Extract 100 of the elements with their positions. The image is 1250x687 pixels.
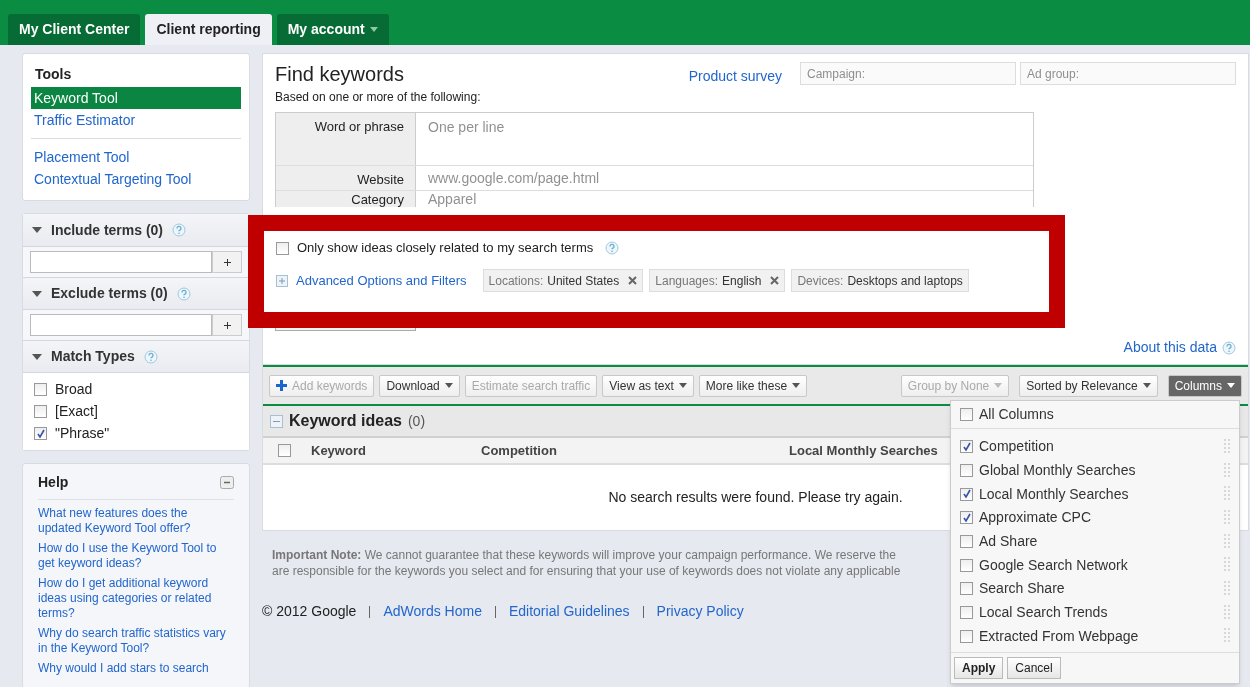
field-label: Word or phrase [276, 113, 416, 165]
drag-handle-icon[interactable] [1224, 604, 1230, 621]
help-icon[interactable] [176, 286, 191, 301]
term-input[interactable] [30, 251, 212, 273]
checkbox[interactable] [278, 444, 291, 457]
checkbox[interactable] [34, 405, 47, 418]
caret-icon [1227, 383, 1235, 388]
section-header[interactable]: Match Types [23, 340, 249, 373]
drag-handle-icon[interactable] [1224, 462, 1230, 479]
panel-title: Help [38, 473, 69, 492]
section-header[interactable]: Exclude terms (0) [23, 277, 249, 310]
add-term-button[interactable] [212, 251, 242, 273]
help-link[interactable]: Why would I add stars to search [38, 661, 234, 676]
apply-button[interactable]: Apply [954, 657, 1004, 680]
help-link[interactable]: What new features does the updated Keyword Tool offer? [38, 506, 234, 536]
field-label: Category [276, 191, 416, 207]
collapse-triangle-icon [32, 290, 42, 297]
advanced-options-link[interactable]: Advanced Options and Filters [296, 270, 467, 291]
menu-option-label: Local Search Trends [979, 603, 1109, 623]
menu-option-label: Ad Share [979, 532, 1039, 552]
result-count: (0) [407, 411, 426, 431]
collapse-triangle-icon [32, 353, 42, 360]
drag-handle-icon[interactable] [1224, 486, 1230, 503]
drag-handle-icon[interactable] [1224, 580, 1230, 597]
checkbox[interactable] [276, 241, 289, 255]
category-select[interactable]: Apparel [416, 191, 1033, 208]
footer-link[interactable]: AdWords Home [383, 601, 482, 622]
checkbox[interactable] [960, 629, 973, 643]
survey-link[interactable]: Product survey [688, 66, 782, 87]
collapse-icon[interactable] [220, 476, 234, 489]
plus-icon [276, 380, 287, 391]
checkbox[interactable] [960, 440, 973, 454]
help-link[interactable]: How do I use the Keyword Tool to get keyword ideas? [38, 541, 234, 571]
caret-icon [678, 383, 687, 388]
drag-handle-icon[interactable] [1224, 533, 1230, 550]
checkbox[interactable] [34, 427, 47, 440]
checkbox[interactable] [960, 558, 973, 572]
help-link[interactable]: How do I get additional keyword ideas using categories or related terms? [38, 576, 234, 621]
column-header[interactable]: Local Monthly Searches [789, 440, 938, 461]
menu-option-label: Approximate CPC [979, 508, 1093, 528]
drag-handle-icon[interactable] [1224, 438, 1230, 455]
note-text: are responsible for the keywords you select and for ensuring that your use of keywords does not violate any applicable [272, 563, 901, 579]
tab[interactable]: My account [276, 14, 389, 45]
plus-icon [223, 321, 231, 329]
website-input[interactable]: www.google.com/page.html [416, 166, 1033, 190]
column-header[interactable]: Competition [481, 440, 789, 461]
help-icon[interactable] [143, 349, 158, 364]
help-icon[interactable] [1222, 340, 1236, 355]
menu-option-label: Search Share [979, 579, 1066, 599]
tool-link[interactable]: Keyword Tool [31, 87, 241, 109]
page-title: Find keywords [275, 62, 405, 86]
toolbar-button[interactable]: View as text [602, 374, 694, 397]
add-term-button[interactable] [212, 314, 242, 336]
collapse-icon[interactable] [270, 414, 283, 428]
filter-chip[interactable]: Devices: Desktops and laptops [791, 269, 969, 292]
filter-chip[interactable]: Locations: United States [482, 269, 644, 292]
checkbox[interactable] [960, 582, 973, 596]
tool-link[interactable]: Placement Tool [31, 146, 241, 168]
section-title: Include terms (0) [51, 220, 164, 240]
checkbox[interactable] [960, 408, 973, 421]
toolbar-button[interactable]: Download [379, 374, 460, 397]
drag-handle-icon[interactable] [1224, 509, 1230, 526]
checkbox[interactable] [34, 383, 47, 396]
checkbox[interactable] [960, 535, 973, 549]
remove-icon[interactable] [770, 276, 780, 285]
remove-icon[interactable] [628, 276, 638, 285]
section-header[interactable]: Include terms (0) [23, 214, 249, 247]
term-input[interactable] [30, 314, 212, 336]
option-label: [Exact] [55, 402, 98, 421]
ad-group-field[interactable]: Ad group: [1020, 62, 1236, 85]
drag-handle-icon[interactable] [1224, 628, 1230, 645]
campaign-field[interactable]: Campaign: [800, 62, 1016, 85]
checkbox[interactable] [960, 464, 973, 478]
cancel-button[interactable]: Cancel [1007, 657, 1061, 680]
filter-chip[interactable]: Languages: English [649, 269, 786, 292]
toolbar-button[interactable]: Columns [1167, 374, 1242, 397]
footer-link[interactable]: Editorial Guidelines [508, 601, 630, 622]
footer-link[interactable]: Privacy Policy [656, 601, 744, 622]
help-icon[interactable] [605, 241, 620, 255]
toolbar-button[interactable]: Sorted by Relevance [1019, 374, 1158, 397]
separator-icon [369, 605, 371, 618]
column-header[interactable]: Keyword [311, 440, 481, 461]
tool-link[interactable]: Contextual Targeting Tool [31, 168, 241, 190]
help-icon[interactable] [172, 223, 187, 237]
help-link[interactable]: Why do search traffic statistics vary in the Keyword Tool? [38, 626, 234, 656]
checkbox[interactable] [960, 606, 973, 620]
tab[interactable]: My Client Center [8, 14, 141, 45]
toolbar-button[interactable]: More like these [698, 374, 808, 397]
checkbox[interactable] [960, 487, 973, 501]
menu-option-label: Competition [979, 437, 1055, 457]
menu-option-label: All Columns [979, 405, 1055, 424]
about-link[interactable]: About this data [1123, 337, 1217, 358]
drag-handle-icon[interactable] [1224, 557, 1230, 574]
menu-option-label: Global Monthly Searches [979, 461, 1137, 481]
tool-link[interactable]: Traffic Estimator [31, 109, 241, 131]
keyword-input[interactable]: One per line [416, 113, 1033, 165]
checkbox[interactable] [960, 511, 973, 525]
expand-icon[interactable] [276, 274, 288, 287]
tab[interactable]: Client reporting [145, 14, 272, 45]
keyword-form[interactable]: Word or phrase One per line Website www.google.com/page.html Category Apparel [275, 112, 1034, 207]
